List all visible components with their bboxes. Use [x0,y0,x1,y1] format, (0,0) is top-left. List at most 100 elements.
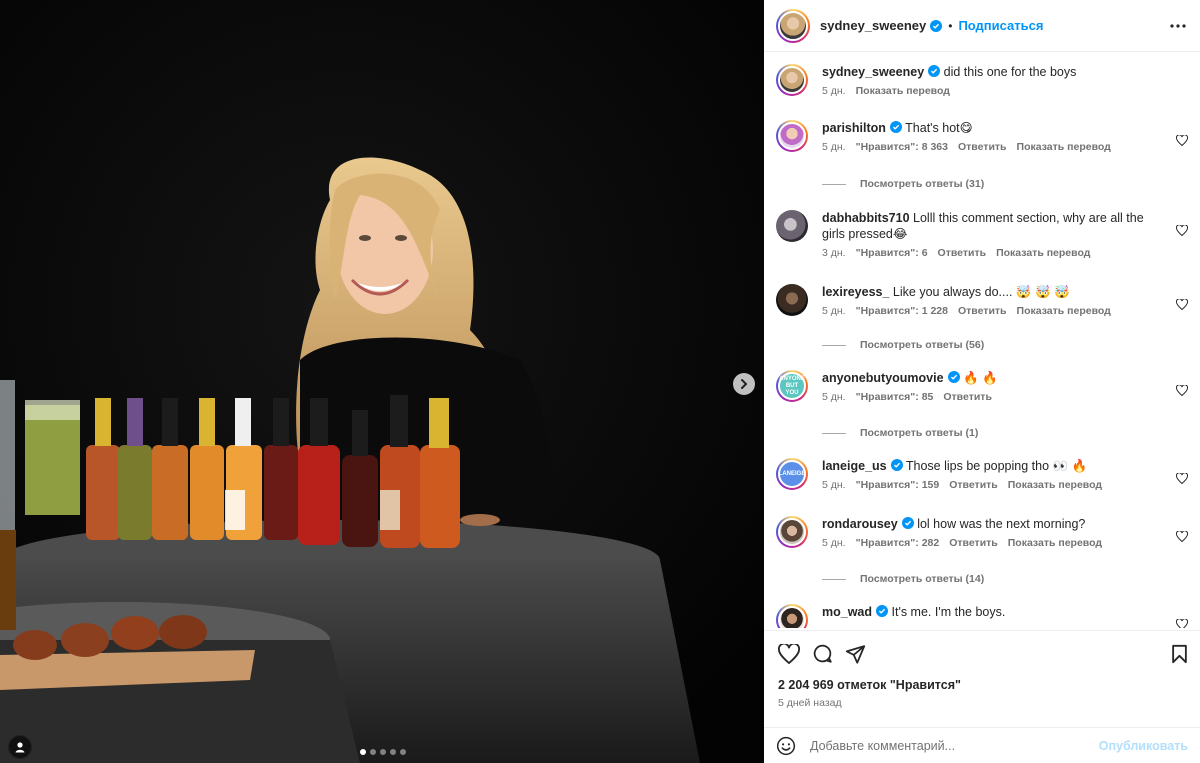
reply-button[interactable]: Ответить [949,537,998,549]
next-slide-button[interactable] [733,373,755,395]
like-comment-button[interactable] [1175,133,1189,151]
author-avatar[interactable] [776,64,808,96]
comment-item: mo_wad It's me. I'm the boys. [776,604,1189,628]
like-comment-button[interactable] [1175,617,1189,628]
translate-button[interactable]: Показать перевод [856,85,950,97]
commenter-avatar[interactable] [776,516,808,548]
translate-button[interactable]: Показать перевод [996,247,1090,259]
heart-icon [1175,618,1189,628]
translate-button[interactable]: Показать перевод [1008,537,1102,549]
view-replies-label[interactable]: Посмотреть ответы (1) [860,427,978,439]
comment-likes[interactable]: "Нравится": 159 [856,479,940,491]
heart-icon [1175,530,1189,543]
reply-button[interactable]: Ответить [938,247,987,259]
verified-badge-icon [947,371,960,383]
caption-time: 5 дн. [822,85,846,97]
comment-username[interactable]: parishilton [822,121,886,135]
translate-button[interactable]: Показать перевод [1017,141,1111,153]
user-tag-icon [15,742,25,753]
commenter-avatar[interactable] [776,120,808,152]
comment-username[interactable]: dabhabbits710 [822,211,910,225]
reply-button[interactable]: Ответить [943,391,992,403]
comment-icon [813,644,832,663]
translate-button[interactable]: Показать перевод [1017,305,1111,317]
like-comment-button[interactable] [1175,297,1189,315]
chevron-right-icon [741,379,747,389]
commenter-avatar[interactable] [776,284,808,316]
heart-icon [1175,224,1189,237]
comment-likes[interactable]: "Нравится": 6 [856,247,928,259]
view-replies-label[interactable]: Посмотреть ответы (14) [860,573,984,585]
comments-list[interactable]: sydney_sweeney did this one for the boys… [764,52,1200,628]
verified-badge-icon [928,65,941,77]
likes-count[interactable]: 2 204 969 отметок "Нравится" [764,664,1200,692]
like-comment-button[interactable] [1175,471,1189,489]
publish-button[interactable]: Опубликовать [1099,739,1188,753]
author-username[interactable]: sydney_sweeney [820,18,926,33]
commenter-avatar[interactable] [776,210,808,242]
translate-button[interactable]: Показать перевод [1008,479,1102,491]
comment-item: rondarousey lol how was the next morning… [776,516,1189,549]
commenter-avatar[interactable] [776,604,808,628]
commenter-avatar[interactable]: LANEIGE [776,458,808,490]
follow-button[interactable]: Подписаться [958,18,1043,33]
like-comment-button[interactable] [1175,223,1189,241]
instagram-post-window: sydney_sweeney • Подписаться sydney_swee… [0,0,1200,763]
post-time[interactable]: 5 дней назад [764,692,1200,709]
carousel-dot [390,749,396,755]
view-replies-label[interactable]: Посмотреть ответы (56) [860,339,984,351]
carousel-dot [370,749,376,755]
comment-text: 🔥 🔥 [963,371,998,385]
more-options-icon [1170,23,1186,28]
heart-icon [1175,134,1189,147]
like-button[interactable] [778,643,800,664]
comment-time: 3 дн. [822,247,846,259]
reply-button[interactable]: Ответить [958,141,1007,153]
comment-username[interactable]: mo_wad [822,605,872,619]
author-avatar[interactable] [776,8,810,43]
view-replies-button[interactable]: Посмотреть ответы (14) [822,573,984,585]
heart-icon [1175,472,1189,485]
comment-input[interactable] [810,738,1099,753]
view-replies-button[interactable]: Посмотреть ответы (1) [822,427,978,439]
share-icon [845,644,866,664]
verified-badge-icon [876,605,889,617]
like-comment-button[interactable] [1175,529,1189,547]
tagged-users-button[interactable] [8,735,32,759]
commenter-avatar[interactable]: ANYONE BUT YOU [776,370,808,402]
comment-item: lexireyess_ Like you always do.... 🤯 🤯 🤯… [776,284,1189,317]
emoji-button[interactable] [776,736,796,756]
comment-button[interactable] [812,643,833,664]
comment-username[interactable]: rondarousey [822,517,898,531]
comment-text: Those lips be popping tho 👀 🔥 [905,459,1088,473]
share-button[interactable] [845,644,866,664]
comment-time: 5 дн. [822,479,846,491]
caption-username[interactable]: sydney_sweeney [822,65,924,79]
caption-body: did this one for the boys [943,65,1077,79]
more-options-button[interactable] [1170,23,1186,28]
comment-likes[interactable]: "Нравится": 8 363 [856,141,948,153]
comment-username[interactable]: laneige_us [822,459,887,473]
comment-username[interactable]: lexireyess_ [822,285,889,299]
comment-likes[interactable]: "Нравится": 1 228 [856,305,948,317]
carousel-indicator [360,749,406,755]
comment-likes[interactable]: "Нравится": 85 [856,391,934,403]
heart-icon [1175,298,1189,311]
reply-button[interactable]: Ответить [949,479,998,491]
comment-likes[interactable]: "Нравится": 282 [856,537,940,549]
comment-text: It's me. I'm the boys. [891,605,1006,619]
photo-illustration [0,0,764,763]
comment-item: parishilton That's hot😋 5 дн. "Нравится"… [776,120,1189,153]
bookmark-icon [1172,644,1187,663]
emoji-icon [776,736,796,755]
comment-text: That's hot😋 [905,121,973,135]
view-replies-label[interactable]: Посмотреть ответы (31) [860,178,984,190]
like-comment-button[interactable] [1175,383,1189,401]
comment-item: ANYONE BUT YOU anyonebutyoumovie 🔥 🔥 5 дн.… [776,370,1189,403]
post-actions: 2 204 969 отметок "Нравится" 5 дней наза… [764,630,1200,716]
view-replies-button[interactable]: Посмотреть ответы (31) [822,178,984,190]
reply-button[interactable]: Ответить [958,305,1007,317]
view-replies-button[interactable]: Посмотреть ответы (56) [822,339,984,351]
comment-username[interactable]: anyonebutyoumovie [822,371,944,385]
save-button[interactable] [1171,644,1188,664]
